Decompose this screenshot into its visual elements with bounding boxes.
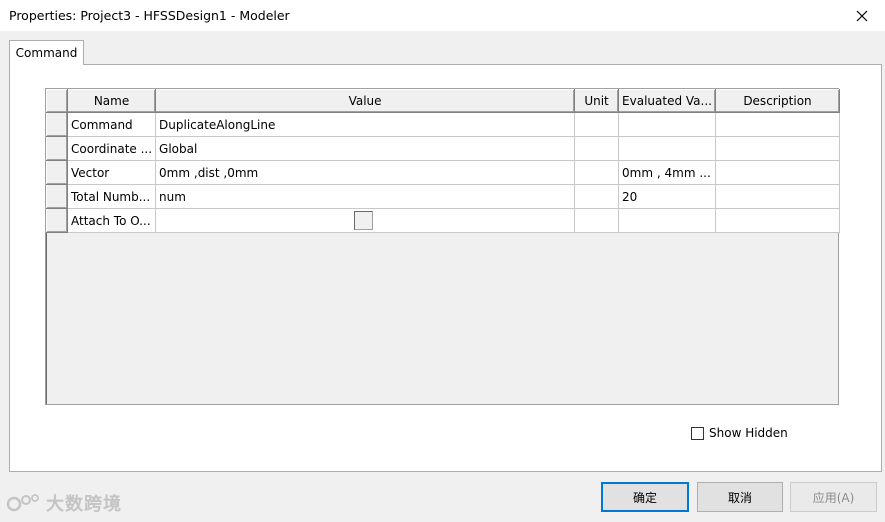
table-row[interactable]: Vector 0mm ,dist ,0mm 0mm , 4mm ... — [46, 160, 840, 185]
show-hidden-label: Show Hidden — [709, 426, 788, 440]
cell-description[interactable] — [715, 112, 840, 137]
cell-name: Vector — [67, 160, 157, 185]
table-row[interactable]: Coordinate ... Global — [46, 136, 840, 161]
cell-evaluated — [618, 136, 716, 161]
cell-unit[interactable] — [574, 112, 620, 137]
cell-value[interactable]: 0mm ,dist ,0mm — [155, 160, 576, 185]
cell-unit[interactable] — [574, 184, 620, 209]
grid-header-row: Name Value Unit Evaluated Va... Descript… — [46, 89, 840, 113]
close-button[interactable] — [839, 0, 885, 31]
cancel-button[interactable]: 取消 — [697, 482, 783, 512]
cell-unit[interactable] — [574, 208, 620, 233]
row-header[interactable] — [46, 112, 68, 137]
close-icon — [856, 10, 868, 21]
corner-header — [46, 89, 68, 113]
attach-checkbox[interactable] — [354, 211, 374, 230]
row-header[interactable] — [46, 160, 68, 185]
column-header-description[interactable]: Description — [714, 89, 840, 113]
property-grid: Name Value Unit Evaluated Va... Descript… — [46, 89, 840, 233]
row-header[interactable] — [46, 208, 68, 233]
title-bar: Properties: Project3 - HFSSDesign1 - Mod… — [0, 0, 885, 31]
column-header-value[interactable]: Value — [155, 89, 576, 113]
show-hidden-checkbox[interactable] — [691, 426, 704, 440]
ok-button[interactable]: 确定 — [601, 482, 689, 512]
cell-value[interactable] — [155, 208, 576, 233]
table-row[interactable]: Attach To O... — [46, 208, 840, 233]
watermark: 大数跨境 — [6, 490, 122, 516]
row-header[interactable] — [46, 184, 68, 209]
column-header-unit[interactable]: Unit — [574, 89, 620, 113]
table-row[interactable]: Total Numb... num 20 — [46, 184, 840, 209]
cell-description[interactable] — [715, 160, 840, 185]
cell-value[interactable]: num — [155, 184, 576, 209]
column-header-name[interactable]: Name — [66, 89, 157, 113]
cell-unit[interactable] — [574, 136, 620, 161]
cell-evaluated — [618, 112, 716, 137]
tab-command[interactable]: Command — [9, 40, 84, 65]
window-title: Properties: Project3 - HFSSDesign1 - Mod… — [9, 8, 290, 23]
table-row[interactable]: Command DuplicateAlongLine — [46, 112, 840, 137]
cell-value[interactable]: DuplicateAlongLine — [155, 112, 576, 137]
cell-description[interactable] — [715, 136, 840, 161]
cell-unit[interactable] — [574, 160, 620, 185]
watermark-text: 大数跨境 — [46, 494, 122, 515]
cell-value[interactable]: Global — [155, 136, 576, 161]
cell-evaluated: 20 — [618, 184, 716, 209]
cell-evaluated — [618, 208, 716, 233]
watermark-logo-icon — [6, 494, 39, 512]
cell-name: Command — [67, 112, 157, 137]
cell-name: Attach To O... — [67, 208, 157, 233]
show-hidden-toggle[interactable]: Show Hidden — [691, 426, 788, 440]
cell-name: Total Numb... — [67, 184, 157, 209]
row-header[interactable] — [46, 136, 68, 161]
apply-button[interactable]: 应用(A) — [790, 482, 877, 512]
cell-description[interactable] — [715, 184, 840, 209]
cell-name: Coordinate ... — [67, 136, 157, 161]
cell-description[interactable] — [715, 208, 840, 233]
tab-label: Command — [15, 46, 78, 60]
column-header-evaluated-value[interactable]: Evaluated Va... — [618, 89, 716, 113]
cell-evaluated: 0mm , 4mm ... — [618, 160, 716, 185]
